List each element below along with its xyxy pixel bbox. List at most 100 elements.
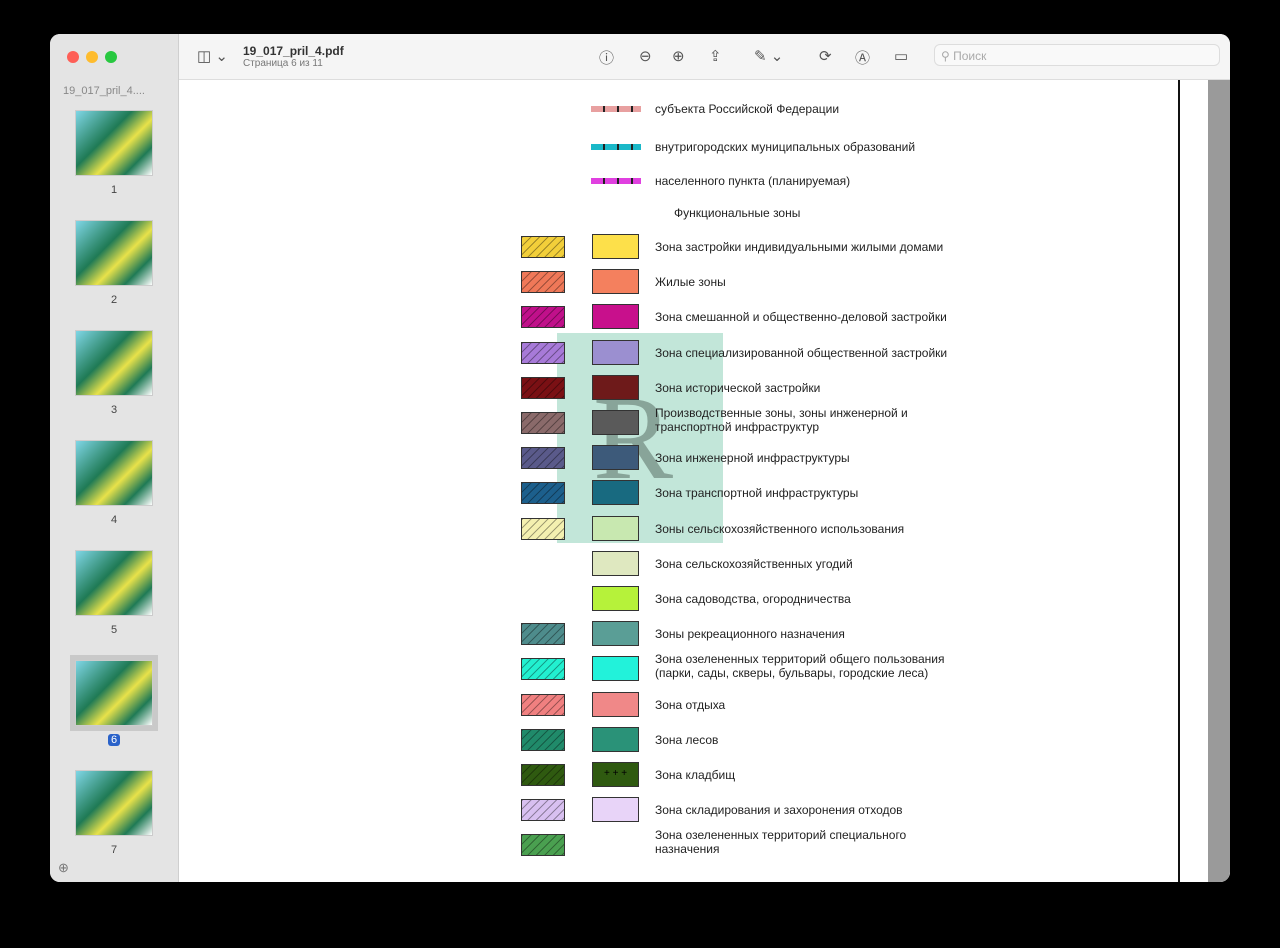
- line-label: внутригородских муниципальных образовани…: [655, 140, 916, 154]
- share-icon[interactable]: ⇪: [709, 47, 722, 65]
- zoom-out-icon[interactable]: ⊖: [639, 47, 652, 65]
- sidebar-toggle-icon[interactable]: ◫ ⌄: [197, 47, 228, 65]
- solid-swatch: [592, 234, 639, 259]
- zone-label: Жилые зоны: [655, 275, 726, 290]
- solid-swatch: [592, 515, 639, 541]
- page-thumbnail[interactable]: 6: [70, 655, 158, 748]
- solid-swatch: [592, 339, 639, 365]
- hatched-swatch: [521, 447, 565, 470]
- hatched-swatch: [521, 341, 565, 364]
- search-icon: ⚲: [941, 49, 954, 63]
- zone-label: Зона озелененных территорий общего польз…: [655, 652, 945, 681]
- solid-swatch: [592, 304, 639, 330]
- thumbnail-image: [75, 440, 153, 506]
- window-controls: [67, 51, 117, 63]
- hatched-swatch: [521, 693, 565, 716]
- thumbnail-image: [75, 110, 153, 176]
- toolbar: ◫ ⌄ 19_017_pril_4.pdf Страница 6 из 11 ⓘ…: [179, 34, 1230, 80]
- hatched-swatch: [521, 271, 565, 294]
- close-button[interactable]: [67, 51, 79, 63]
- thumbnail-image: [75, 330, 153, 396]
- solid-swatch: [592, 480, 639, 506]
- page-number: 6: [107, 734, 121, 746]
- form-icon[interactable]: ▭: [894, 47, 908, 65]
- zone-label: Зона озелененных территорий специального…: [655, 828, 907, 857]
- solid-swatch: [592, 586, 639, 611]
- zone-label: Зона отдыха: [655, 697, 726, 712]
- zone-label: Зоны сельскохозяйственного использования: [655, 521, 905, 536]
- add-icon[interactable]: ⊕: [58, 860, 69, 876]
- scrollbar[interactable]: [1208, 80, 1230, 882]
- page-number: 1: [110, 184, 118, 196]
- hatched-swatch: [521, 482, 565, 505]
- section-title: Функциональные зоны: [674, 206, 801, 220]
- solid-swatch: [592, 410, 639, 435]
- hatched-swatch: [521, 834, 565, 857]
- hatched-swatch: [521, 728, 565, 751]
- zone-label: Зона лесов: [655, 732, 719, 747]
- pdf-page-view[interactable]: R ▬▬▬▬▬ ▬▬▬▬▬ субъекта Российской Федера…: [179, 80, 1230, 882]
- solid-swatch: [592, 621, 639, 647]
- hatched-swatch: [521, 236, 565, 258]
- zone-label: Зоны рекреационного назначения: [655, 627, 845, 642]
- page-number: 7: [110, 844, 118, 856]
- hatched-swatch: [521, 658, 565, 681]
- solid-swatch: [592, 269, 639, 295]
- solid-swatch: [592, 445, 639, 471]
- page-edge: [1178, 80, 1180, 882]
- solid-swatch: [592, 656, 639, 682]
- page-number: 4: [110, 514, 118, 526]
- solid-swatch: [592, 726, 639, 752]
- thumbnail-image: [75, 220, 153, 286]
- page-thumbnail[interactable]: 7: [70, 770, 158, 858]
- zoom-button[interactable]: [105, 51, 117, 63]
- document-title: 19_017_pril_4.pdf: [243, 44, 344, 58]
- hatched-swatch: [521, 517, 565, 540]
- preview-window: 19_017_pril_4.... 1 2 3 4 5 6 7 ⊕ ◫ ⌄ 19_017_p…: [50, 34, 1230, 882]
- watermark-logo: R: [557, 333, 723, 543]
- search-input[interactable]: ⚲ Поиск: [934, 44, 1220, 66]
- line-label: населенного пункта (планируемая): [655, 174, 851, 188]
- hatched-swatch: [521, 376, 565, 399]
- hatched-swatch: [521, 764, 565, 786]
- hatched-swatch: [521, 799, 565, 822]
- line-symbol: [591, 144, 641, 150]
- zone-label: Зона исторической застройки: [655, 380, 821, 395]
- zone-label: Зона садоводства, огородничества: [655, 592, 851, 606]
- line-label: субъекта Российской Федерации: [655, 102, 840, 116]
- page-thumbnail[interactable]: 5: [70, 550, 158, 638]
- markup-pen-icon[interactable]: ✎ ⌄: [754, 47, 783, 65]
- minimize-button[interactable]: [86, 51, 98, 63]
- thumbnail-image: [75, 770, 153, 836]
- info-icon[interactable]: ⓘ: [599, 47, 614, 68]
- page-thumbnail[interactable]: 4: [70, 440, 158, 528]
- page-number: 5: [110, 624, 118, 636]
- solid-swatch: + + +: [592, 762, 639, 787]
- rotate-icon[interactable]: ⟳: [819, 47, 832, 65]
- annotate-icon[interactable]: Ⓐ: [855, 47, 870, 68]
- solid-swatch: [592, 550, 639, 576]
- solid-swatch: [592, 797, 639, 823]
- page-thumbnail[interactable]: 1: [70, 110, 158, 198]
- zone-label: Зона смешанной и общественно-деловой зас…: [655, 310, 947, 325]
- page-number: 3: [110, 404, 118, 416]
- zone-label: Зона складирования и захоронения отходов: [655, 803, 903, 818]
- thumbnail-sidebar: 19_017_pril_4.... 1 2 3 4 5 6 7 ⊕: [50, 34, 179, 882]
- hatched-swatch: [521, 412, 565, 434]
- zone-label: Зона транспортной инфраструктуры: [655, 486, 859, 501]
- thumbnail-image: [70, 655, 158, 731]
- zone-label: Зона инженерной инфраструктуры: [655, 451, 850, 466]
- page-indicator: Страница 6 из 11: [243, 58, 323, 69]
- page-number: 2: [110, 294, 118, 306]
- hatched-swatch: [521, 306, 565, 329]
- zone-label: Производственные зоны, зоны инженерной и…: [655, 406, 908, 434]
- line-symbol: [591, 106, 641, 112]
- line-symbol: [591, 178, 641, 184]
- page-thumbnail[interactable]: 3: [70, 330, 158, 418]
- thumbnail-image: [75, 550, 153, 616]
- hatched-swatch: [521, 623, 565, 646]
- zone-label: Зона специализированной общественной зас…: [655, 345, 948, 360]
- page-thumbnail[interactable]: 2: [70, 220, 158, 308]
- zoom-in-icon[interactable]: ⊕: [672, 47, 685, 65]
- solid-swatch: [592, 691, 639, 717]
